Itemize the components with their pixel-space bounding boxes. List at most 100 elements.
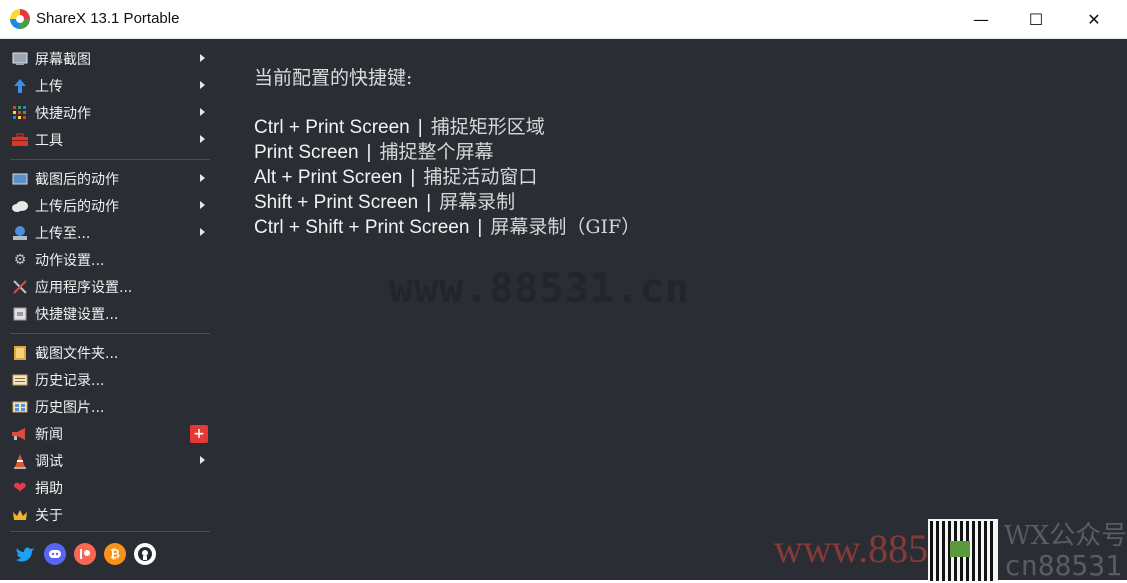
hotkey-separator: | <box>410 167 416 188</box>
sidebar-item-label: 截图后的动作 <box>35 171 119 188</box>
patreon-icon[interactable] <box>74 543 96 565</box>
sidebar-item-label: 新闻 <box>35 426 63 443</box>
upload-arrow-icon <box>11 77 29 95</box>
gear-icon: ⚙ <box>13 251 27 268</box>
sidebar-item-after-capture[interactable]: 截图后的动作 <box>0 165 214 192</box>
hotkey-list: Ctrl + Print Screen | 捕捉矩形区域 Print Screen |… <box>254 112 641 238</box>
hotkey-keys: Alt + Print Screen <box>254 167 403 188</box>
hotkey-separator: | <box>417 117 423 138</box>
megaphone-icon <box>11 425 29 443</box>
sidebar-item-capture[interactable]: 屏幕截图 <box>0 45 214 72</box>
traffic-cone-icon <box>11 452 29 470</box>
chevron-right-icon <box>200 135 205 143</box>
hotkey-separator: | <box>366 142 372 163</box>
sidebar-item-upload[interactable]: 上传 <box>0 72 214 99</box>
sidebar-item-label: 上传后的动作 <box>35 198 119 215</box>
sidebar-item-after-upload[interactable]: 上传后的动作 <box>0 192 214 219</box>
hotkeys-heading: 当前配置的快捷键: <box>254 67 413 89</box>
sidebar-item-label: 关于 <box>35 507 63 524</box>
chevron-right-icon <box>200 456 205 464</box>
chevron-right-icon <box>200 201 205 209</box>
sidebar-item-task-settings[interactable]: ⚙ 动作设置... <box>0 246 214 273</box>
sidebar-item-label: 快捷键设置... <box>35 306 119 323</box>
hotkey-keys: Ctrl + Print Screen <box>254 117 410 138</box>
chevron-right-icon <box>200 174 205 182</box>
sidebar-item-label: 应用程序设置... <box>35 279 133 296</box>
hotkey-row: Alt + Print Screen | 捕捉活动窗口 <box>254 162 640 188</box>
github-icon[interactable] <box>134 543 156 565</box>
sidebar-item-label: 上传至... <box>35 225 91 242</box>
corner-watermark-id: cn88531 <box>1004 549 1123 582</box>
corner-watermark-label: WX公众号 <box>1004 521 1127 551</box>
sidebar-item-about[interactable]: 关于 <box>0 501 214 528</box>
menu-divider <box>10 159 210 160</box>
window-title: ShareX 13.1 Portable <box>36 10 180 27</box>
keyboard-icon <box>11 305 29 323</box>
news-badge[interactable]: + <box>190 425 208 443</box>
content-panel: 当前配置的快捷键: Ctrl + Print Screen | 捕捉矩形区域 Pri… <box>214 39 1127 583</box>
hotkey-action: 捕捉整个屏幕 <box>379 141 494 163</box>
hotkey-action: 屏幕录制（GIF） <box>490 216 641 238</box>
chevron-right-icon <box>200 228 205 236</box>
sidebar-item-label: 截图文件夹... <box>35 345 119 362</box>
sidebar-item-image-history[interactable]: 历史图片... <box>0 393 214 420</box>
crown-icon <box>11 506 29 524</box>
sidebar-item-tools[interactable]: 工具 <box>0 126 214 153</box>
watermark-text: www.88531.cn <box>389 266 690 312</box>
sidebar-item-donate[interactable]: ❤ 捐助 <box>0 474 214 501</box>
grid-dots-icon <box>11 104 29 122</box>
capture-tasks-icon <box>11 170 29 188</box>
minimize-button[interactable]: — <box>958 0 1004 38</box>
sidebar-item-hotkey-settings[interactable]: 快捷键设置... <box>0 300 214 327</box>
sidebar-item-history[interactable]: 历史记录... <box>0 366 214 393</box>
sidebar-menu: 屏幕截图 上传 快捷动作 工具 截图后的动作 上传后的动作 上传至... ⚙ 动… <box>0 39 214 580</box>
maximize-button[interactable]: ☐ <box>1013 0 1059 38</box>
toolbox-icon <box>11 131 29 149</box>
chevron-right-icon <box>200 54 205 62</box>
bitcoin-icon[interactable]: ₿ <box>104 543 126 565</box>
hotkey-keys: Shift + Print Screen <box>254 192 419 213</box>
hotkey-row: Shift + Print Screen | 屏幕录制 <box>254 187 640 213</box>
hotkey-keys: Ctrl + Shift + Print Screen <box>254 217 470 238</box>
hotkey-action: 捕捉矩形区域 <box>430 116 545 138</box>
hotkey-row: Print Screen | 捕捉整个屏幕 <box>254 137 640 163</box>
close-button[interactable]: ✕ <box>1071 0 1117 38</box>
monitor-icon <box>11 50 29 68</box>
twitter-icon[interactable] <box>14 543 36 565</box>
sidebar-item-label: 动作设置... <box>35 252 105 269</box>
sidebar-item-workflows[interactable]: 快捷动作 <box>0 99 214 126</box>
hotkey-separator: | <box>426 192 432 213</box>
hotkey-row: Ctrl + Shift + Print Screen | 屏幕录制（GIF） <box>254 212 641 238</box>
wrench-screwdriver-icon <box>11 278 29 296</box>
sidebar-item-label: 捐助 <box>35 480 63 497</box>
sidebar-item-destinations[interactable]: 上传至... <box>0 219 214 246</box>
chevron-right-icon <box>200 81 205 89</box>
menu-divider <box>10 333 210 334</box>
sidebar-item-label: 上传 <box>35 78 63 95</box>
sharex-logo-icon <box>10 9 30 29</box>
folder-icon <box>11 344 29 362</box>
sidebar-item-label: 调试 <box>35 453 63 470</box>
qr-code-logo <box>950 541 970 557</box>
history-icon <box>11 371 29 389</box>
image-history-icon <box>11 398 29 416</box>
cloud-icon <box>11 197 29 215</box>
sidebar-item-news[interactable]: 新闻 + <box>0 420 214 447</box>
sidebar-item-label: 工具 <box>35 132 63 149</box>
hotkey-action: 屏幕录制 <box>439 191 516 213</box>
sidebar-item-label: 历史记录... <box>35 372 105 389</box>
sidebar-item-screenshots-folder[interactable]: 截图文件夹... <box>0 339 214 366</box>
hotkey-keys: Print Screen <box>254 142 359 163</box>
hotkey-row: Ctrl + Print Screen | 捕捉矩形区域 <box>254 112 640 138</box>
discord-icon[interactable] <box>44 543 66 565</box>
sidebar-item-label: 历史图片... <box>35 399 105 416</box>
sharex-window: ShareX 13.1 Portable — ☐ ✕ 屏幕截图 上传 快捷动作 … <box>0 0 1127 583</box>
chevron-right-icon <box>200 108 205 116</box>
sidebar-item-label: 快捷动作 <box>35 105 91 122</box>
heart-icon: ❤ <box>13 478 27 497</box>
title-bar[interactable]: ShareX 13.1 Portable — ☐ ✕ <box>0 0 1127 39</box>
social-links: ₿ <box>14 543 156 565</box>
sidebar-item-debug[interactable]: 调试 <box>0 447 214 474</box>
sidebar-item-app-settings[interactable]: 应用程序设置... <box>0 273 214 300</box>
sidebar-item-label: 屏幕截图 <box>35 51 91 68</box>
